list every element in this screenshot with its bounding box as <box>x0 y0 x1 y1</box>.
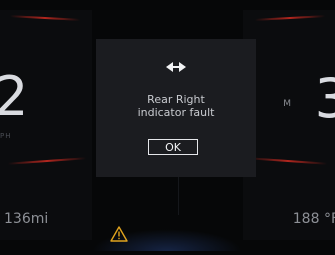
ok-button[interactable]: OK <box>148 139 198 155</box>
indicator-fault-dialog: Rear Right indicator fault OK <box>96 39 256 177</box>
dialog-message-line1: Rear Right <box>147 93 205 106</box>
range-value: 136mi <box>4 211 49 227</box>
range-readout: 136mi <box>4 211 48 227</box>
temperature-readout: 188 °F <box>292 211 335 227</box>
warning-triangle-icon <box>110 226 128 242</box>
right-gauge-value: 3 <box>314 67 335 130</box>
indicator-arrows-icon <box>166 62 186 72</box>
left-gauge-value: 2 <box>0 65 29 128</box>
dialog-message-line2: indicator fault <box>137 106 215 119</box>
right-gauge-unit: M <box>283 99 291 109</box>
left-gauge-unit: PH <box>0 132 12 140</box>
dialog-message: Rear Right indicator fault <box>96 93 256 119</box>
center-divider <box>178 175 179 215</box>
instrument-cluster-screen: 2 PH M 3 136mi 188 °F Rear Right indicat… <box>0 0 335 255</box>
